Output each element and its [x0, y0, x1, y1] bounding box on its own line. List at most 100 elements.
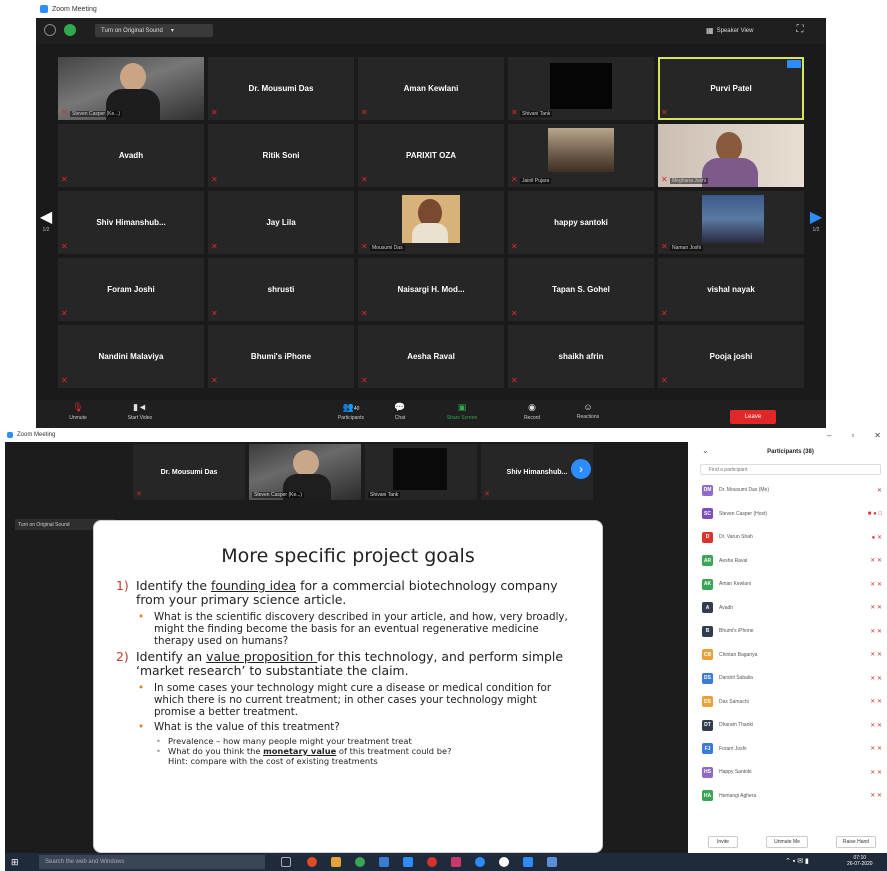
maximize-icon[interactable]: ▫ — [851, 431, 854, 440]
participant-row[interactable]: SC Steven Casper (Host) ■ ● □ — [702, 506, 882, 522]
fullscreen-icon[interactable]: ⛶ — [793, 23, 807, 37]
share-screen-button[interactable]: ▣ Share Screen — [436, 402, 488, 426]
browser-icon[interactable] — [307, 857, 317, 867]
system-tray-icons[interactable]: ⌃ ▪ ✉ ▮ — [785, 857, 809, 865]
participant-row[interactable]: AK Aman Kewlani ✕ ✕ — [702, 576, 882, 592]
shield-icon[interactable] — [64, 24, 76, 36]
participant-row[interactable]: A Avadh ✕ ✕ — [702, 600, 882, 616]
participant-row[interactable]: DS Darshit Sabalia ✕ ✕ — [702, 670, 882, 686]
record-button[interactable]: ◉ Record — [512, 402, 552, 426]
app-icon[interactable] — [499, 857, 509, 867]
participants-panel: ⌄ Participants (38) DMDr. Mousumi Das (M… — [694, 442, 887, 853]
avatar: B — [702, 625, 713, 637]
participant-tile[interactable]: Dr. Mousumi Das ✕ — [208, 57, 354, 120]
participant-tile[interactable]: shaikh afrin ✕ — [508, 325, 654, 388]
participant-row[interactable]: HA Hemangi Aghera ✕ ✕ — [702, 788, 882, 804]
strip-tile[interactable]: Shivani Tank — [365, 444, 477, 500]
store-icon[interactable] — [379, 857, 389, 867]
media-icon[interactable] — [427, 857, 437, 867]
app-icon[interactable] — [451, 857, 461, 867]
participant-tile[interactable]: vishal nayak ✕ — [658, 258, 804, 321]
mic-muted-icon: ✕ — [211, 175, 218, 184]
zoom-logo-icon — [40, 5, 48, 13]
goal-text-underlined: value proposition — [206, 649, 318, 664]
chrome-icon[interactable] — [355, 857, 365, 867]
participant-row[interactable]: DS Dax Samachi ✕ ✕ — [702, 694, 882, 710]
bullet-item: • What is the value of this treatment? — [138, 721, 580, 733]
participant-tile[interactable]: Bhumi's iPhone ✕ — [208, 325, 354, 388]
mic-muted-icon: ✕ — [61, 376, 68, 385]
sub-bullet-icon: • — [156, 746, 161, 756]
participant-row[interactable]: AR Aesha Raval ✕ ✕ — [702, 553, 882, 569]
find-participant-input[interactable] — [700, 464, 881, 475]
close-icon[interactable]: ✕ — [874, 431, 881, 440]
info-icon[interactable] — [44, 24, 56, 36]
original-sound-button[interactable]: Turn on Original Sound ▾ — [95, 24, 213, 37]
participant-tile[interactable]: happy santoki ✕ — [508, 191, 654, 254]
participant-tile[interactable]: Avadh ✕ — [58, 124, 204, 187]
avatar: DS — [702, 696, 713, 707]
participant-tile[interactable]: Pooja joshi ✕ — [658, 325, 804, 388]
taskbar-clock[interactable]: 07:10 26-07-2020 — [847, 855, 873, 867]
unmute-me-button[interactable]: Unmute Me — [766, 836, 808, 848]
leave-button[interactable]: Leave — [730, 410, 776, 424]
speaker-view-button[interactable]: ▦ Speaker View — [706, 24, 776, 37]
goal-item: 1) Identify the founding idea for a comm… — [116, 579, 580, 607]
participant-name: Bhumi's iPhone — [250, 352, 312, 361]
mic-muted-icon: ✕ — [661, 108, 668, 117]
participant-tile[interactable]: Aesha Raval ✕ — [358, 325, 504, 388]
participant-tile[interactable]: Foram Joshi ✕ — [58, 258, 204, 321]
participant-tile[interactable]: Tapan S. Gohel ✕ — [508, 258, 654, 321]
invite-button[interactable]: Invite — [708, 836, 738, 848]
participant-tile[interactable]: Steven Casper (Ke...) ✕ — [58, 57, 204, 120]
app-icon[interactable] — [547, 857, 557, 867]
next-page-button[interactable]: ▶ 1/2 — [808, 200, 824, 240]
participant-tile[interactable]: Purvi Patel ✕ — [658, 57, 804, 120]
zoom-taskbar-icon[interactable] — [523, 857, 533, 867]
participant-tile[interactable]: Aman Kewlani ✕ — [358, 57, 504, 120]
participant-row[interactable]: DT Dharam Thanki ✕ ✕ — [702, 717, 882, 733]
edge-icon[interactable] — [403, 857, 413, 867]
participant-name: Pooja joshi — [709, 352, 753, 361]
reactions-button[interactable]: ☺ Reactions — [568, 402, 608, 426]
participant-row[interactable]: DM Dr. Mousumi Das (Me) ✕ — [702, 482, 882, 498]
participant-tile[interactable]: Ritik Soni ✕ — [208, 124, 354, 187]
raise-hand-button[interactable]: Raise Hand — [836, 836, 876, 848]
strip-tile[interactable]: Steven Casper (Ke...) — [249, 444, 361, 500]
mic-muted-icon: ✕ — [61, 175, 68, 184]
strip-tile[interactable]: Dr. Mousumi Das ✕ — [133, 444, 245, 500]
task-view-icon[interactable] — [281, 857, 291, 867]
app-icon[interactable] — [475, 857, 485, 867]
unmute-button[interactable]: 🎙 Unmute — [58, 402, 98, 426]
participant-tile[interactable]: Jainil Pujara ✕ — [508, 124, 654, 187]
participant-tile[interactable]: Naisargi H. Mod... ✕ — [358, 258, 504, 321]
file-explorer-icon[interactable] — [331, 857, 341, 867]
chevron-left-icon: ◀ — [39, 209, 53, 226]
participant-tile[interactable]: PARIXIT OZA ✕ — [358, 124, 504, 187]
participant-row[interactable]: FJ Foram Joshi ✕ ✕ — [702, 741, 882, 757]
participant-row[interactable]: HS Happy Santoki ✕ ✕ — [702, 764, 882, 780]
participant-row[interactable]: B Bhumi's iPhone ✕ ✕ — [702, 623, 882, 639]
participant-row[interactable]: D Dr. Varun Shah ● ✕ — [702, 529, 882, 545]
participant-tile[interactable]: Shiv Himanshub... ✕ — [58, 191, 204, 254]
participant-tile[interactable]: Nandini Malaviya ✕ — [58, 325, 204, 388]
participant-tile[interactable]: Shivani Tank ✕ — [508, 57, 654, 120]
participant-name: Nandini Malaviya — [98, 352, 164, 361]
more-options-icon[interactable] — [787, 60, 801, 68]
prev-page-button[interactable]: ◀ 1/2 — [38, 200, 54, 240]
participant-tile[interactable]: Mousumi Das ✕ — [358, 191, 504, 254]
taskbar-search[interactable]: Search the web and Windows — [39, 855, 265, 869]
participant-tile[interactable]: Meghana Joshi ✕ — [658, 124, 804, 187]
windows-start-icon[interactable]: ⊞ — [11, 857, 19, 868]
participants-button[interactable]: 👥40 Participants — [328, 402, 374, 426]
participant-tile[interactable]: Naman Joshi ✕ — [658, 191, 804, 254]
goal-number: 1) — [116, 578, 129, 593]
chat-button[interactable]: 💬 Chat — [380, 402, 420, 426]
start-video-button[interactable]: ▮◄ Start Video — [120, 402, 160, 426]
participant-tile[interactable]: shrusti ✕ — [208, 258, 354, 321]
participant-row[interactable]: CB Chintan Bagariya ✕ ✕ — [702, 647, 882, 663]
participant-tile[interactable]: Jay Lila ✕ — [208, 191, 354, 254]
goal-text: Identify an value proposition for this t… — [136, 650, 580, 678]
strip-next-button[interactable]: › — [571, 459, 591, 479]
minimize-icon[interactable]: – — [827, 431, 831, 440]
